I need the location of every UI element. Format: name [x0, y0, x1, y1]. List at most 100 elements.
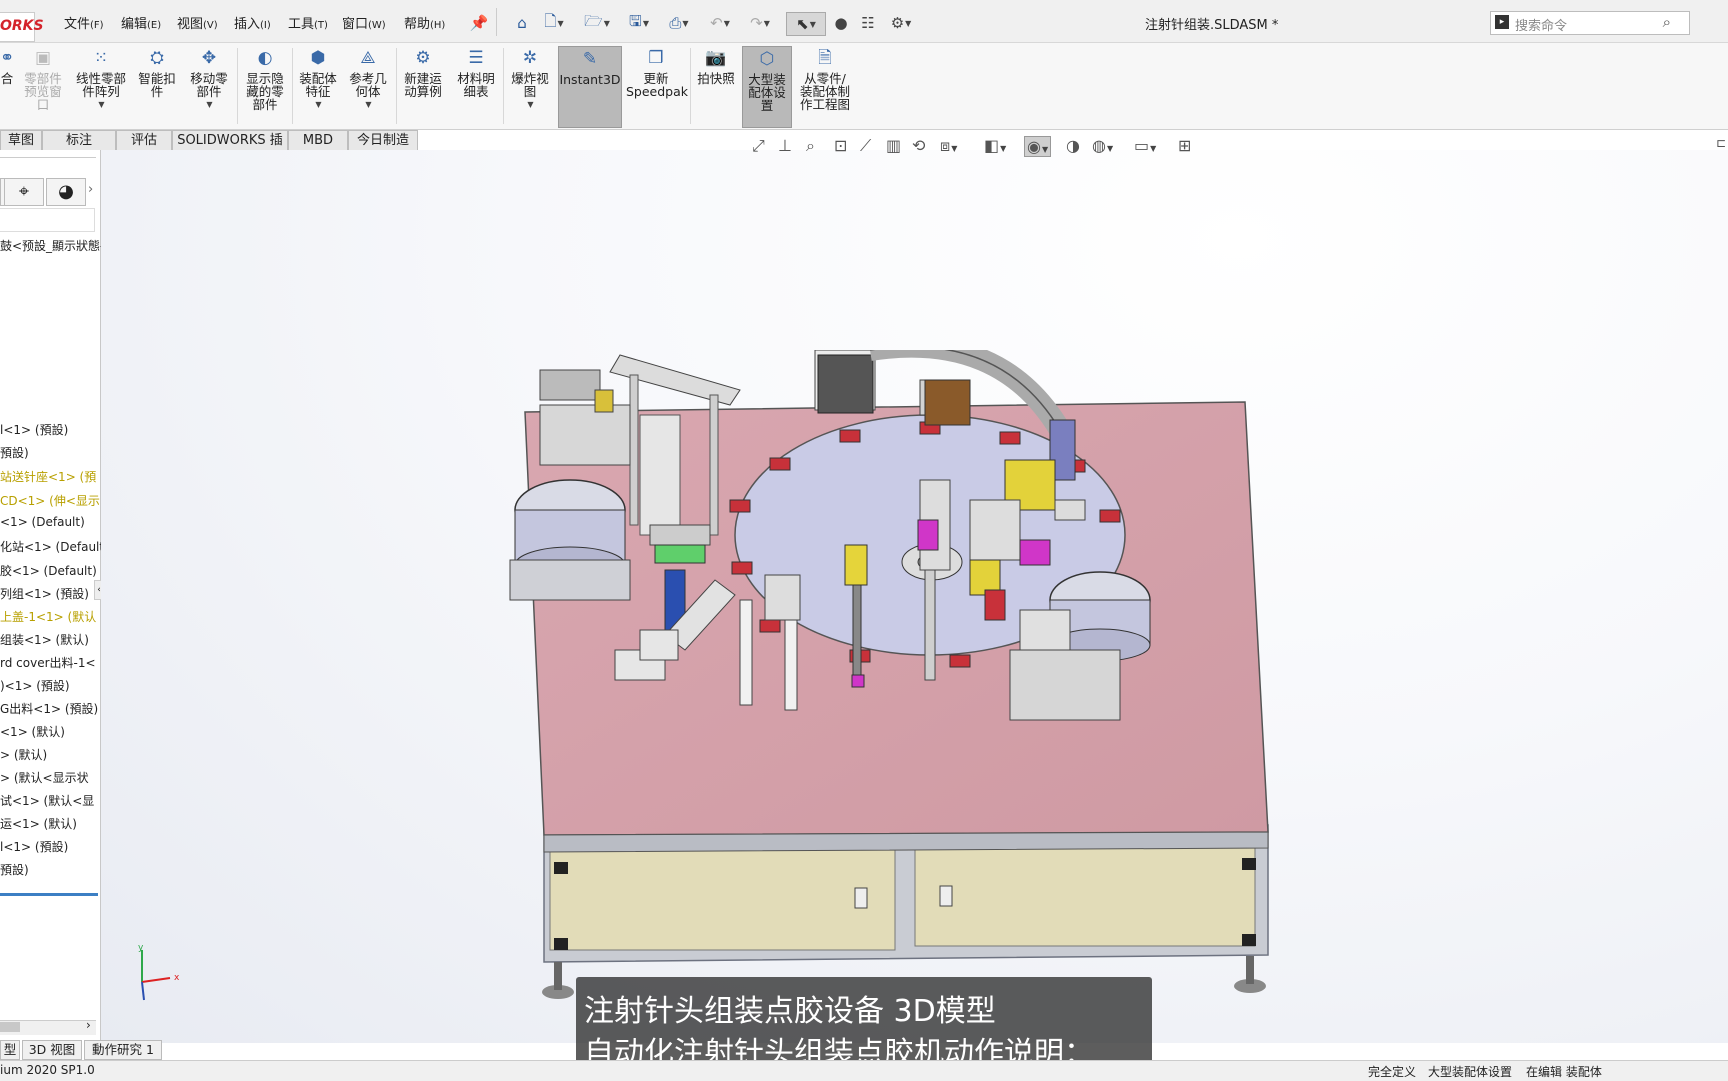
traffic-light-icon[interactable]: ● — [832, 12, 850, 34]
feature-tree-item[interactable]: > (默认<显示状 — [0, 769, 89, 786]
split-view-icon[interactable]: ⊞ — [1178, 136, 1191, 155]
tree-filter-field[interactable] — [0, 208, 95, 232]
zoom-area-icon[interactable]: ⌕ — [806, 136, 815, 156]
undo-icon[interactable]: ↶ ▼ — [706, 12, 734, 34]
print-icon[interactable]: ⎙ ▼ — [664, 12, 694, 34]
tab-mbd[interactable]: MBD — [288, 130, 348, 152]
rollback-bar[interactable] — [0, 893, 98, 896]
tab-motion-study[interactable]: 動作研究 1 — [84, 1040, 162, 1060]
feature-tree-item[interactable]: 站送针座<1> (預 — [0, 468, 96, 485]
home-icon[interactable]: ⌂ — [512, 12, 532, 34]
edit-appearance-icon[interactable]: ◑ — [1066, 136, 1080, 155]
menu-window[interactable]: 窗口(W) — [342, 13, 386, 32]
view-settings-icon[interactable]: ▭▼ — [1134, 136, 1156, 155]
tab-sketch[interactable]: 草图 — [0, 130, 42, 152]
logo-text: ORKS — [0, 18, 44, 34]
ribbon-button-reference-geometry[interactable]: ⟁ 参考几 何体 ▼ — [344, 46, 392, 126]
new-document-icon[interactable]: 🗋 ▼ — [540, 12, 568, 34]
search-input[interactable]: ▸ 搜索命令 ⌕ — [1490, 11, 1690, 35]
display-manager-icon[interactable]: ◕ — [46, 178, 86, 206]
section-view-icon[interactable]: ⟋ — [860, 136, 871, 156]
redo-icon[interactable]: ↷ ▼ — [746, 12, 774, 34]
feature-tree-item[interactable]: 试<1> (默认<显 — [0, 792, 94, 809]
feature-tree-item[interactable]: 上盖-1<1> (默认 — [0, 608, 96, 625]
tab-evaluate[interactable]: 评估 — [116, 130, 172, 152]
feature-tree-item[interactable]: )<1> (預設) — [0, 677, 70, 694]
feature-tree-item[interactable]: l<1> (預設) — [0, 421, 68, 438]
scrollbar-thumb[interactable] — [0, 1022, 20, 1032]
ribbon-button-assembly-feature[interactable]: ⬢ 装配体 特征 ▼ — [294, 46, 342, 126]
taskpane-toggle-icon[interactable]: ⊏ — [1716, 136, 1726, 150]
chevron-down-icon[interactable]: ▼ — [185, 98, 234, 111]
feature-tree-item[interactable]: 运<1> (默认) — [0, 815, 77, 832]
feature-tree-item[interactable]: G出料<1> (預設) — [0, 700, 98, 717]
tab-3d-view[interactable]: 3D 视图 — [22, 1040, 82, 1060]
ribbon-button-motion-study[interactable]: ⚙ 新建运 动算例 — [398, 46, 448, 126]
ribbon-button-speedpak[interactable]: ❒ 更新 Speedpak — [626, 46, 688, 126]
ribbon-button-preview-window[interactable]: ▣ 零部件 预览窗 口 — [18, 46, 68, 126]
feature-tree-item[interactable]: 列组<1> (預設) — [0, 585, 89, 602]
view-orientation-icon[interactable]: ⊥ — [778, 136, 792, 155]
chevron-down-icon[interactable]: ▼ — [345, 98, 392, 111]
menu-edit[interactable]: 编辑(E) — [121, 13, 161, 32]
menu-view[interactable]: 视图(V) — [177, 13, 218, 32]
ribbon-button-instant3d[interactable]: ✎ Instant3D — [558, 46, 622, 128]
tab-manufacture-today[interactable]: 今日制造 — [348, 130, 418, 152]
feature-tree-item[interactable]: l<1> (預設) — [0, 838, 68, 855]
menu-view-key: (V) — [203, 20, 218, 31]
panel-expand-icon[interactable]: › — [88, 182, 93, 197]
zoom-selection-icon[interactable]: ⊡ — [834, 136, 847, 155]
ribbon-button-smart-fastener[interactable]: ⛭ 智能扣 件 — [134, 46, 180, 126]
previous-view-icon[interactable]: ⟲ — [912, 136, 925, 155]
feature-tree-item[interactable]: 化站<1> (Default — [0, 538, 104, 555]
scroll-right-icon[interactable]: › — [86, 1018, 91, 1032]
feature-tree-item[interactable]: <1> (默认) — [0, 723, 65, 740]
dynamic-annotation-icon[interactable]: ▥ — [886, 136, 901, 155]
ribbon-button-make-drawing[interactable]: 🗎 从零件/ 装配体制 作工程图 — [794, 46, 856, 126]
feature-tree-item[interactable]: 胶<1> (Default) — [0, 562, 97, 579]
menu-help[interactable]: 帮助(H) — [404, 13, 445, 32]
ribbon-button-mate[interactable]: ⚭ 合 — [0, 46, 14, 126]
solidworks-logo[interactable]: ORKS — [0, 12, 44, 42]
feature-tree-item[interactable]: rd cover出料-1< — [0, 654, 96, 671]
feature-tree-item[interactable]: CD<1> (伸<显示 — [0, 492, 100, 509]
magnifier-icon[interactable]: ⌕ — [1663, 13, 1671, 31]
open-icon[interactable]: 🗁 ▼ — [582, 12, 612, 34]
apply-scene-icon[interactable]: ◍▼ — [1092, 136, 1113, 155]
display-style-icon[interactable]: ◧▼ — [984, 136, 1006, 155]
ribbon-button-show-hidden[interactable]: ◐ 显示隐 藏的零 部件 — [240, 46, 290, 126]
menu-file[interactable]: 文件(F) — [64, 13, 104, 32]
tab-model[interactable]: 型 — [0, 1040, 20, 1060]
feature-tree-item[interactable]: 預設) — [0, 861, 29, 878]
select-icon[interactable]: ⬉ ▼ — [786, 12, 826, 36]
show-hidden-icon: ◐ — [257, 48, 273, 68]
menu-tools[interactable]: 工具(T) — [288, 13, 328, 32]
pin-icon[interactable]: 📌 — [470, 12, 489, 34]
ribbon-button-move-component[interactable]: ✥ 移动零 部件 ▼ — [184, 46, 234, 126]
tab-solidworks-addins[interactable]: SOLIDWORKS 插件 — [172, 130, 288, 168]
view-orientation-cube-icon[interactable]: ⧈▼ — [940, 136, 957, 156]
options-list-icon[interactable]: ☷ — [858, 12, 878, 34]
ribbon-button-linear-pattern[interactable]: ⁙ 线性零部 件阵列 ▼ — [72, 46, 130, 126]
feature-tree-item[interactable]: 组装<1> (默认) — [0, 631, 89, 648]
save-icon[interactable]: 🖫 ▼ — [624, 12, 654, 34]
settings-gear-icon[interactable]: ⚙ ▼ — [886, 12, 916, 34]
ribbon-button-large-assembly[interactable]: ⬡ 大型装 配体设 置 — [742, 46, 792, 128]
feature-tree-item[interactable]: 預設) — [0, 444, 29, 461]
feature-tree-item[interactable]: > (默认) — [0, 746, 47, 763]
ribbon-button-snapshot[interactable]: 📷 拍快照 — [692, 46, 740, 126]
machine-3d-model[interactable] — [500, 350, 1300, 1010]
chevron-down-icon[interactable]: ▼ — [73, 98, 130, 111]
tab-markup[interactable]: 标注 — [42, 130, 116, 152]
hide-show-items-icon[interactable]: ◉▼ — [1024, 136, 1052, 157]
ribbon-button-bom[interactable]: ☰ 材料明 细表 — [452, 46, 500, 126]
configuration-manager-icon[interactable]: ⌖ — [4, 178, 44, 206]
zoom-to-fit-icon[interactable]: ⤢ — [752, 136, 765, 156]
feature-tree-item[interactable]: <1> (Default) — [0, 515, 85, 529]
chevron-down-icon[interactable]: ▼ — [507, 98, 554, 111]
ribbon-button-exploded-view[interactable]: ✲ 爆炸视 图 ▼ — [506, 46, 554, 126]
feature-tree-item[interactable]: 鼓<预設_顯示狀態- — [0, 237, 104, 254]
chevron-down-icon[interactable]: ▼ — [295, 98, 342, 111]
status-version: ium 2020 SP1.0 — [0, 1063, 95, 1077]
menu-insert[interactable]: 插入(I) — [234, 13, 271, 32]
